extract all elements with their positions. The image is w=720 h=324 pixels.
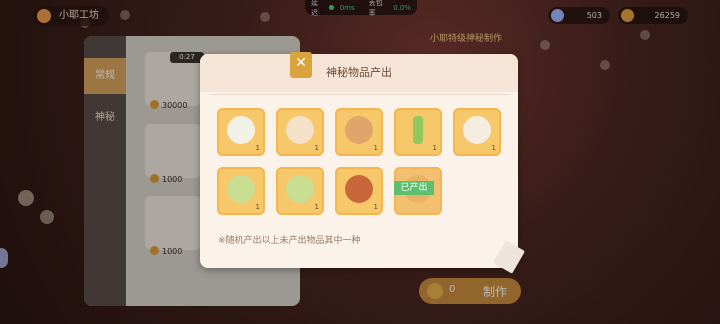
- orange-hair-icon: [345, 175, 373, 203]
- wand-icon: [413, 116, 423, 144]
- output-item[interactable]: 1: [453, 108, 501, 156]
- shoes-icon: [345, 116, 373, 144]
- dress-icon: [286, 116, 314, 144]
- item-quantity: 1: [255, 203, 260, 211]
- item-quantity: 1: [314, 203, 319, 211]
- hat-icon: [463, 116, 491, 144]
- output-item[interactable]: 1: [335, 167, 383, 215]
- output-item[interactable]: 1: [276, 167, 324, 215]
- item-quantity: 1: [314, 144, 319, 152]
- item-quantity: 1: [255, 144, 260, 152]
- item-quantity: 1: [373, 144, 378, 152]
- output-item[interactable]: 1: [217, 108, 265, 156]
- item-quantity: 1: [373, 203, 378, 211]
- shirt-icon: [227, 116, 255, 144]
- green-hair-braid-icon: [227, 175, 255, 203]
- output-item[interactable]: 1: [394, 108, 442, 156]
- green-hair-icon: [286, 175, 314, 203]
- close-button[interactable]: ✕: [290, 52, 312, 78]
- item-quantity: 1: [491, 144, 496, 152]
- output-note: ※随机产出以上未产出物品其中一种: [218, 236, 361, 246]
- output-item[interactable]: 1: [276, 108, 324, 156]
- output-item-produced[interactable]: 已产出: [394, 167, 442, 215]
- item-quantity: 1: [432, 144, 437, 152]
- dialog-title: 神秘物品产出: [326, 66, 392, 79]
- output-item[interactable]: 1: [217, 167, 265, 215]
- dialog-divider: [210, 94, 510, 95]
- output-item[interactable]: 1: [335, 108, 383, 156]
- produced-badge: 已产出: [394, 181, 434, 195]
